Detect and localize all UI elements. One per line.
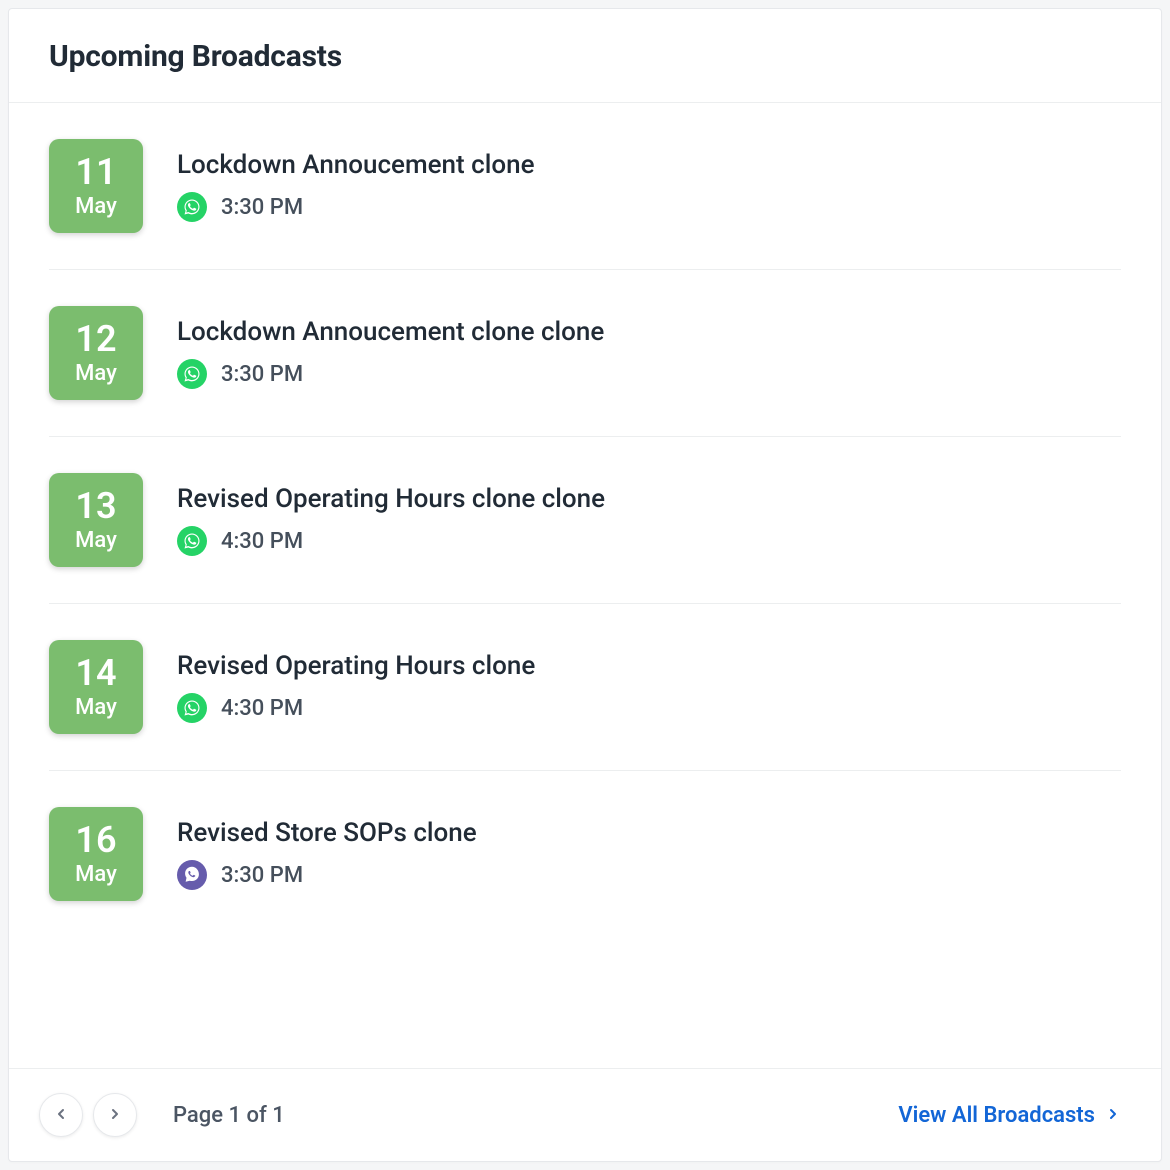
broadcast-time: 4:30 PM [221,529,303,554]
broadcast-title: Lockdown Annoucement clone clone [177,317,604,347]
chevron-right-icon [1105,1103,1121,1128]
broadcast-body: Lockdown Annoucement clone 3:30 PM [177,150,535,222]
broadcast-body: Revised Operating Hours clone clone 4:30 … [177,484,605,556]
upcoming-broadcasts-card: Upcoming Broadcasts 11 May Lockdown Annouc… [8,8,1162,1162]
broadcast-body: Revised Store SOPs clone 3:30 PM [177,818,477,890]
broadcast-meta: 3:30 PM [177,860,477,890]
broadcast-meta: 3:30 PM [177,359,604,389]
card-title: Upcoming Broadcasts [49,39,1121,74]
card-footer: Page 1 of 1 View All Broadcasts [9,1068,1161,1161]
date-day: 16 [75,822,116,858]
view-all-label: View All Broadcasts [898,1103,1095,1128]
date-badge: 16 May [49,807,143,901]
broadcast-item[interactable]: 13 May Revised Operating Hours clone clone… [49,437,1121,604]
date-month: May [75,528,117,553]
prev-page-button[interactable] [39,1093,83,1137]
pager-label: Page 1 of 1 [173,1103,285,1128]
broadcast-title: Revised Store SOPs clone [177,818,477,848]
date-month: May [75,862,117,887]
whatsapp-icon [177,359,207,389]
broadcast-time: 3:30 PM [221,863,303,888]
broadcast-time: 4:30 PM [221,696,303,721]
whatsapp-icon [177,192,207,222]
next-page-button[interactable] [93,1093,137,1137]
broadcast-time: 3:30 PM [221,362,303,387]
date-day: 11 [75,154,116,190]
broadcast-item[interactable]: 14 May Revised Operating Hours clone 4:30 P… [49,604,1121,771]
broadcast-title: Revised Operating Hours clone [177,651,535,681]
date-badge: 13 May [49,473,143,567]
view-all-broadcasts-link[interactable]: View All Broadcasts [898,1103,1121,1128]
chevron-left-icon [53,1106,69,1125]
whatsapp-icon [177,693,207,723]
broadcast-meta: 4:30 PM [177,693,535,723]
broadcast-time: 3:30 PM [221,195,303,220]
card-header: Upcoming Broadcasts [9,9,1161,103]
date-badge: 12 May [49,306,143,400]
date-day: 14 [75,655,116,691]
broadcast-title: Lockdown Annoucement clone [177,150,535,180]
chevron-right-icon [107,1106,123,1125]
date-month: May [75,361,117,386]
broadcast-meta: 4:30 PM [177,526,605,556]
broadcast-item[interactable]: 11 May Lockdown Annoucement clone 3:30 PM [49,103,1121,270]
date-badge: 14 May [49,640,143,734]
broadcast-meta: 3:30 PM [177,192,535,222]
date-month: May [75,194,117,219]
date-day: 13 [75,488,116,524]
pager: Page 1 of 1 [39,1093,285,1137]
broadcast-body: Lockdown Annoucement clone clone 3:30 PM [177,317,604,389]
viber-icon [177,860,207,890]
date-month: May [75,695,117,720]
broadcast-body: Revised Operating Hours clone 4:30 PM [177,651,535,723]
broadcast-title: Revised Operating Hours clone clone [177,484,605,514]
date-badge: 11 May [49,139,143,233]
whatsapp-icon [177,526,207,556]
broadcast-item[interactable]: 12 May Lockdown Annoucement clone clone 3:3… [49,270,1121,437]
broadcast-item[interactable]: 16 May Revised Store SOPs clone 3:30 PM [49,771,1121,937]
broadcast-list: 11MayLockdown Annoucement clone3:30 PM12… [9,103,1161,1068]
date-day: 12 [75,321,116,357]
